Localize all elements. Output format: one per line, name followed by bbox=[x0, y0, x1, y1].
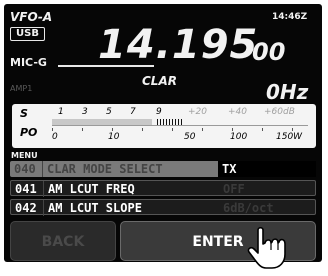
s-meter-label: S bbox=[20, 107, 28, 120]
po-scale-tick: 0 bbox=[52, 132, 58, 142]
po-scale-tick: 100 bbox=[230, 132, 248, 142]
s-scale-over-tick: +60dB bbox=[264, 107, 295, 117]
signal-meter: S PO 1 3 5 7 9 +20 +40 +60dB 0 10 50 100… bbox=[12, 104, 316, 148]
meter-tick bbox=[172, 128, 173, 131]
menu-row-041[interactable]: 041 AM LCUT FREQ OFF bbox=[10, 180, 316, 197]
meter-tick bbox=[232, 128, 233, 131]
meter-tick bbox=[292, 128, 293, 131]
meter-baseline bbox=[52, 125, 308, 126]
meter-tick bbox=[82, 128, 83, 131]
menu-item-number: 040 bbox=[10, 161, 43, 177]
po-scale-tick: 10 bbox=[108, 132, 120, 142]
po-scale-tick: 150W bbox=[276, 132, 303, 142]
po-meter-label: PO bbox=[20, 126, 38, 139]
clock: 14:46Z bbox=[272, 12, 308, 22]
meter-tick bbox=[52, 128, 53, 131]
s-scale-over-tick: +40 bbox=[228, 107, 247, 117]
back-button[interactable]: BACK bbox=[10, 221, 116, 261]
s-scale-tick: 5 bbox=[106, 107, 112, 117]
mode-badge[interactable]: USB bbox=[10, 27, 45, 41]
clar-label: CLAR bbox=[142, 74, 177, 88]
menu-item-value: 6dB/oct bbox=[223, 201, 274, 215]
menu-row-040[interactable]: 040 CLAR MODE SELECT TX bbox=[10, 161, 316, 177]
po-scale-tick: 50 bbox=[184, 132, 196, 142]
menu-item-name: CLAR MODE SELECT bbox=[47, 162, 163, 176]
meter-tick bbox=[202, 128, 203, 131]
s-scale-tick: 7 bbox=[130, 107, 136, 117]
menu-row-042[interactable]: 042 AM LCUT SLOPE 6dB/oct bbox=[10, 199, 316, 216]
s-scale-tick: 1 bbox=[58, 107, 64, 117]
meter-tick bbox=[112, 128, 113, 131]
amp-label: AMP1 bbox=[10, 84, 33, 93]
menu-title: MENU bbox=[11, 151, 38, 160]
frequency-fine-digits: 00 bbox=[252, 38, 286, 66]
meter-tick bbox=[142, 128, 143, 131]
menu-item-name: AM LCUT SLOPE bbox=[48, 201, 142, 215]
meter-tick bbox=[262, 128, 263, 131]
menu-item-name: AM LCUT FREQ bbox=[48, 182, 135, 196]
frequency-display[interactable]: 14.195 bbox=[98, 22, 258, 68]
mic-gain-label: MIC-G bbox=[10, 56, 47, 69]
clar-offset: 0Hz bbox=[266, 80, 309, 104]
s-scale-tick: 3 bbox=[82, 107, 88, 117]
vfo-label: VFO-A bbox=[10, 10, 53, 24]
hand-pointer-icon bbox=[247, 226, 286, 269]
s-scale-tick: 9 bbox=[156, 107, 162, 117]
menu-item-number: 042 bbox=[11, 200, 44, 216]
radio-display: VFO-A USB MIC-G 14:46Z 14.195 00 AMP1 CL… bbox=[0, 0, 328, 276]
back-button-label: BACK bbox=[41, 234, 85, 250]
s-scale-over-tick: +20 bbox=[188, 107, 207, 117]
menu-item-number: 041 bbox=[11, 181, 44, 197]
menu-item-value[interactable]: TX bbox=[218, 161, 316, 177]
lcd-panel: VFO-A USB MIC-G 14:46Z 14.195 00 AMP1 CL… bbox=[4, 4, 322, 262]
menu-item-value: OFF bbox=[223, 182, 245, 196]
